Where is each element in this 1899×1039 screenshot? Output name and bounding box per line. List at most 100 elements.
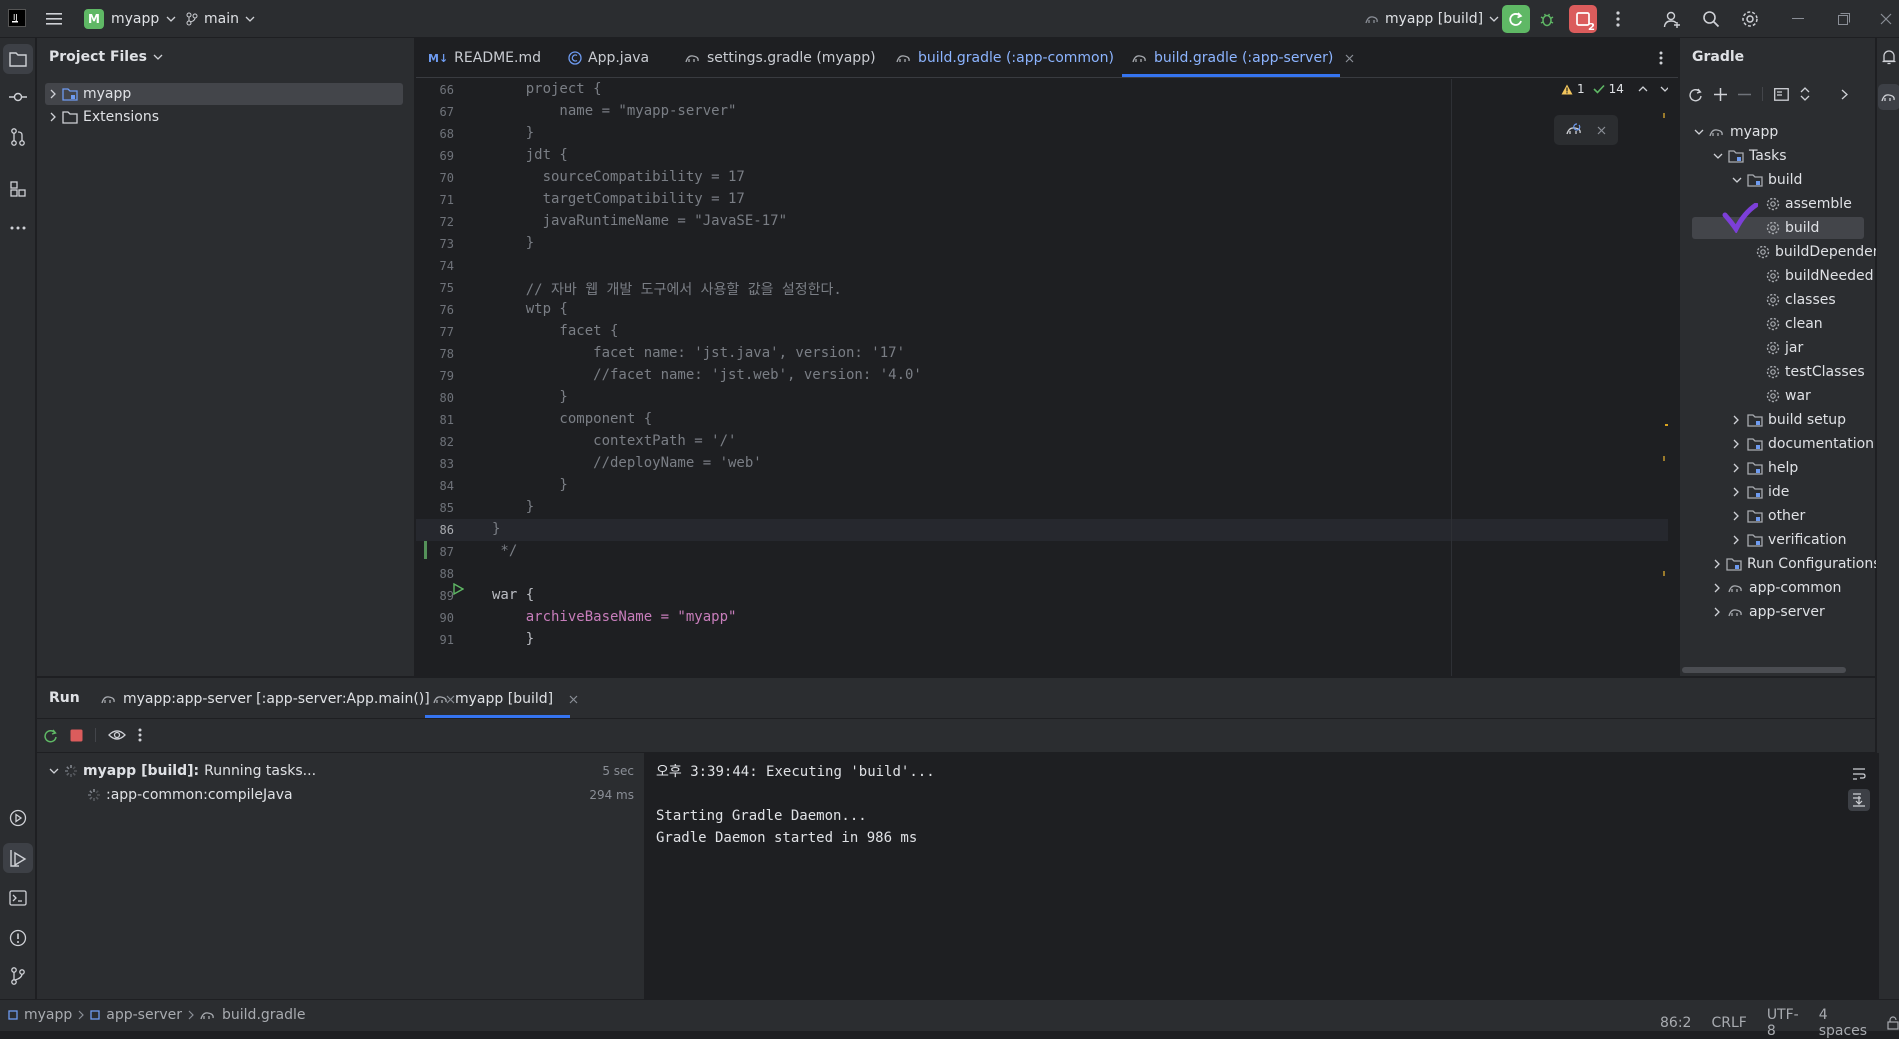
terminal-icon[interactable]	[3, 883, 33, 913]
add-icon[interactable]	[1714, 87, 1727, 101]
line-number[interactable]: 89	[416, 589, 454, 603]
code-area[interactable]: 66 project {67 name = "myapp-server" 68 }…	[416, 79, 1668, 676]
breadcrumb-item[interactable]: build.gradle	[222, 1007, 306, 1023]
structure-icon[interactable]	[3, 174, 33, 204]
build-tree-child[interactable]: :app-common:compileJava 294 ms	[87, 784, 634, 806]
chevron-right-icon[interactable]	[1713, 559, 1721, 569]
gradle-tree-item[interactable]: build	[1692, 217, 1864, 239]
minimize-window-icon[interactable]	[1786, 9, 1810, 29]
line-number[interactable]: 77	[416, 325, 454, 339]
gradle-tree-item[interactable]: classes	[1680, 289, 1876, 311]
main-menu-icon[interactable]	[44, 9, 64, 29]
gradle-tree-item[interactable]: Run Configurations	[1680, 553, 1876, 575]
commit-icon[interactable]	[3, 82, 33, 112]
more-actions-icon[interactable]	[1607, 8, 1629, 30]
scroll-to-end-icon[interactable]	[1848, 789, 1870, 811]
chevron-right-icon[interactable]	[1732, 511, 1742, 521]
debug-icon[interactable]	[1536, 8, 1558, 30]
gradle-tree-item[interactable]: Tasks	[1680, 145, 1876, 167]
close-tab-icon[interactable]	[1345, 54, 1354, 63]
tab-build-gradle-app-server[interactable]: build.gradle (:app-server)	[1132, 38, 1354, 78]
add-user-icon[interactable]	[1660, 7, 1684, 31]
tab-app-java[interactable]: App.java	[568, 38, 649, 78]
more-tools-icon[interactable]	[3, 213, 33, 243]
line-number[interactable]: 88	[416, 567, 454, 581]
rerun-icon[interactable]	[43, 728, 58, 743]
close-tab-icon[interactable]	[569, 695, 578, 704]
line-number[interactable]: 90	[416, 611, 454, 625]
app-logo-icon[interactable]: IJ	[8, 9, 26, 27]
close-icon[interactable]	[1597, 126, 1606, 135]
stop-icon[interactable]	[70, 729, 83, 742]
gradle-tree-item[interactable]: jar	[1680, 337, 1876, 359]
gradle-tree-item[interactable]: testClasses	[1680, 361, 1876, 383]
project-tree-item-myapp[interactable]: myapp	[45, 83, 403, 105]
line-number[interactable]: 72	[416, 215, 454, 229]
run-tool-icon[interactable]	[3, 843, 33, 873]
file-encoding[interactable]: UTF-8	[1767, 1007, 1799, 1039]
tab-actions-more-icon[interactable]	[1651, 48, 1671, 68]
gradle-tree-item[interactable]: war	[1680, 385, 1876, 407]
line-number[interactable]: 68	[416, 127, 454, 141]
line-number[interactable]: 87	[416, 545, 454, 559]
build-tree-root[interactable]: myapp [build]: Running tasks... 5 sec	[49, 760, 634, 782]
breadcrumb-item[interactable]: app-server	[106, 1007, 182, 1023]
expand-collapse-icon[interactable]	[1800, 87, 1810, 101]
gradle-sync-popup[interactable]	[1554, 115, 1618, 145]
gradle-tree-item[interactable]: verification	[1680, 529, 1876, 551]
line-number[interactable]: 74	[416, 259, 454, 273]
line-number[interactable]: 73	[416, 237, 454, 251]
chevron-down-icon[interactable]	[1713, 153, 1723, 159]
gradle-tree-item[interactable]: assemble	[1680, 193, 1876, 215]
chevron-right-icon[interactable]	[1841, 89, 1848, 100]
eye-icon[interactable]	[108, 729, 126, 741]
run-tab-app-server[interactable]: myapp:app-server [:app-server:App.main()…	[101, 682, 455, 716]
gradle-tree-item[interactable]: other	[1680, 505, 1876, 527]
line-separator[interactable]: CRLF	[1711, 1015, 1746, 1031]
chevron-down-icon[interactable]	[1694, 129, 1704, 135]
gradle-tree-item[interactable]: myapp	[1680, 121, 1876, 143]
line-number[interactable]: 78	[416, 347, 454, 361]
run-config-widget[interactable]: myapp [build]	[1365, 8, 1499, 30]
indent-setting[interactable]: 4 spaces	[1819, 1007, 1867, 1039]
lock-icon[interactable]	[1887, 1016, 1899, 1030]
line-number[interactable]: 66	[416, 83, 454, 97]
chevron-right-icon[interactable]	[1713, 583, 1723, 593]
chevron-right-icon[interactable]	[1732, 535, 1742, 545]
line-number[interactable]: 86	[416, 523, 454, 537]
gradle-tree-item[interactable]: buildDependents	[1680, 241, 1876, 263]
line-number[interactable]: 70	[416, 171, 454, 185]
tab-readme[interactable]: M↓ README.md	[428, 38, 541, 78]
branch-widget[interactable]: main	[186, 8, 255, 30]
gradle-tree-item[interactable]: buildNeeded	[1680, 265, 1876, 287]
search-icon[interactable]	[1699, 7, 1723, 31]
gradle-tree-item[interactable]: app-common	[1680, 577, 1876, 599]
more-actions-icon[interactable]	[138, 728, 142, 742]
chevron-right-icon[interactable]	[1713, 607, 1723, 617]
git-icon[interactable]	[3, 961, 33, 991]
run-tab-myapp-build[interactable]: myapp [build]	[433, 682, 578, 716]
line-number[interactable]: 91	[416, 633, 454, 647]
project-panel-header[interactable]: Project Files	[49, 49, 163, 65]
line-number[interactable]: 82	[416, 435, 454, 449]
tab-settings-gradle[interactable]: settings.gradle (myapp)	[685, 38, 876, 78]
console-output[interactable]: 오후 3:39:44: Executing 'build'... Starting…	[644, 753, 1879, 1000]
stop-button[interactable]: 2	[1569, 5, 1597, 33]
gradle-tree-item[interactable]: app-server	[1680, 601, 1876, 623]
line-number[interactable]: 85	[416, 501, 454, 515]
settings-gear-icon[interactable]	[1738, 7, 1762, 31]
breadcrumb-item[interactable]: myapp	[24, 1007, 72, 1023]
chevron-right-icon[interactable]	[1732, 439, 1742, 449]
rerun-button[interactable]	[1502, 5, 1530, 33]
gradle-tree-item[interactable]: clean	[1680, 313, 1876, 335]
caret-position[interactable]: 86:2	[1660, 1015, 1691, 1031]
chevron-down-icon[interactable]	[1660, 86, 1668, 92]
inspection-widget[interactable]: 1 14	[1561, 82, 1668, 96]
gradle-tree-item[interactable]: documentation	[1680, 433, 1876, 455]
line-number[interactable]: 84	[416, 479, 454, 493]
chevron-right-icon[interactable]	[1732, 487, 1742, 497]
chevron-up-icon[interactable]	[1638, 86, 1648, 92]
gradle-tree-item[interactable]: help	[1680, 457, 1876, 479]
close-window-icon[interactable]	[1875, 9, 1897, 29]
line-number[interactable]: 79	[416, 369, 454, 383]
